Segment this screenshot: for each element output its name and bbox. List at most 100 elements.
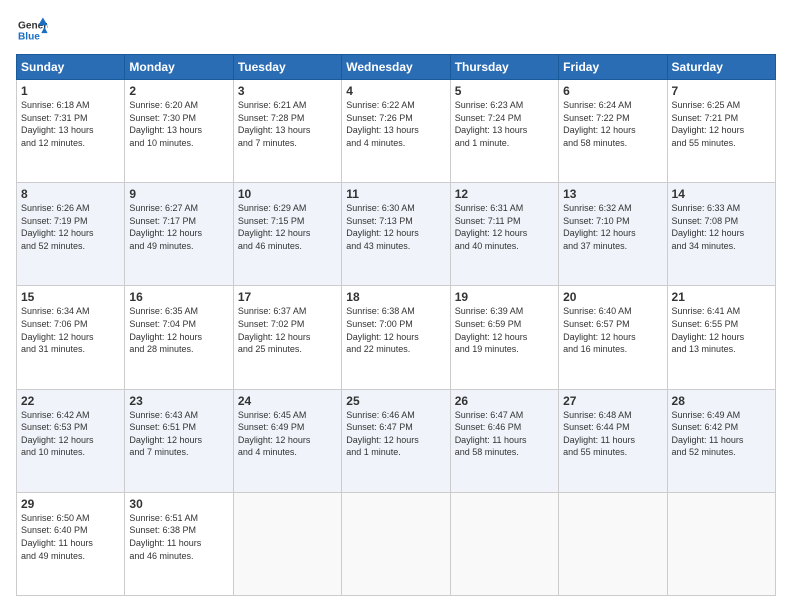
day-info: Sunrise: 6:21 AM Sunset: 7:28 PM Dayligh… bbox=[238, 99, 337, 149]
day-number: 30 bbox=[129, 497, 228, 511]
day-number: 19 bbox=[455, 290, 554, 304]
calendar-cell: 28Sunrise: 6:49 AM Sunset: 6:42 PM Dayli… bbox=[667, 389, 775, 492]
day-number: 16 bbox=[129, 290, 228, 304]
day-info: Sunrise: 6:43 AM Sunset: 6:51 PM Dayligh… bbox=[129, 409, 228, 459]
day-number: 3 bbox=[238, 84, 337, 98]
day-info: Sunrise: 6:51 AM Sunset: 6:38 PM Dayligh… bbox=[129, 512, 228, 562]
calendar-cell: 3Sunrise: 6:21 AM Sunset: 7:28 PM Daylig… bbox=[233, 80, 341, 183]
day-number: 5 bbox=[455, 84, 554, 98]
day-info: Sunrise: 6:22 AM Sunset: 7:26 PM Dayligh… bbox=[346, 99, 445, 149]
day-info: Sunrise: 6:26 AM Sunset: 7:19 PM Dayligh… bbox=[21, 202, 120, 252]
calendar-cell: 8Sunrise: 6:26 AM Sunset: 7:19 PM Daylig… bbox=[17, 183, 125, 286]
day-number: 12 bbox=[455, 187, 554, 201]
day-number: 29 bbox=[21, 497, 120, 511]
day-number: 17 bbox=[238, 290, 337, 304]
day-info: Sunrise: 6:32 AM Sunset: 7:10 PM Dayligh… bbox=[563, 202, 662, 252]
day-number: 14 bbox=[672, 187, 771, 201]
day-info: Sunrise: 6:31 AM Sunset: 7:11 PM Dayligh… bbox=[455, 202, 554, 252]
day-info: Sunrise: 6:48 AM Sunset: 6:44 PM Dayligh… bbox=[563, 409, 662, 459]
calendar-cell: 6Sunrise: 6:24 AM Sunset: 7:22 PM Daylig… bbox=[559, 80, 667, 183]
calendar-cell: 25Sunrise: 6:46 AM Sunset: 6:47 PM Dayli… bbox=[342, 389, 450, 492]
day-info: Sunrise: 6:29 AM Sunset: 7:15 PM Dayligh… bbox=[238, 202, 337, 252]
calendar-table: SundayMondayTuesdayWednesdayThursdayFrid… bbox=[16, 54, 776, 596]
day-info: Sunrise: 6:35 AM Sunset: 7:04 PM Dayligh… bbox=[129, 305, 228, 355]
col-header-thursday: Thursday bbox=[450, 55, 558, 80]
calendar-cell: 2Sunrise: 6:20 AM Sunset: 7:30 PM Daylig… bbox=[125, 80, 233, 183]
day-info: Sunrise: 6:27 AM Sunset: 7:17 PM Dayligh… bbox=[129, 202, 228, 252]
calendar-cell: 7Sunrise: 6:25 AM Sunset: 7:21 PM Daylig… bbox=[667, 80, 775, 183]
calendar-cell: 5Sunrise: 6:23 AM Sunset: 7:24 PM Daylig… bbox=[450, 80, 558, 183]
logo: General Blue bbox=[16, 16, 48, 44]
calendar-cell bbox=[450, 492, 558, 595]
day-number: 23 bbox=[129, 394, 228, 408]
day-info: Sunrise: 6:37 AM Sunset: 7:02 PM Dayligh… bbox=[238, 305, 337, 355]
day-info: Sunrise: 6:24 AM Sunset: 7:22 PM Dayligh… bbox=[563, 99, 662, 149]
day-info: Sunrise: 6:40 AM Sunset: 6:57 PM Dayligh… bbox=[563, 305, 662, 355]
day-info: Sunrise: 6:39 AM Sunset: 6:59 PM Dayligh… bbox=[455, 305, 554, 355]
calendar-cell: 1Sunrise: 6:18 AM Sunset: 7:31 PM Daylig… bbox=[17, 80, 125, 183]
day-number: 11 bbox=[346, 187, 445, 201]
day-number: 18 bbox=[346, 290, 445, 304]
calendar-cell: 15Sunrise: 6:34 AM Sunset: 7:06 PM Dayli… bbox=[17, 286, 125, 389]
calendar-cell: 29Sunrise: 6:50 AM Sunset: 6:40 PM Dayli… bbox=[17, 492, 125, 595]
calendar-cell: 27Sunrise: 6:48 AM Sunset: 6:44 PM Dayli… bbox=[559, 389, 667, 492]
calendar-cell: 19Sunrise: 6:39 AM Sunset: 6:59 PM Dayli… bbox=[450, 286, 558, 389]
page-header: General Blue bbox=[16, 16, 776, 44]
day-number: 20 bbox=[563, 290, 662, 304]
day-number: 27 bbox=[563, 394, 662, 408]
day-info: Sunrise: 6:33 AM Sunset: 7:08 PM Dayligh… bbox=[672, 202, 771, 252]
day-number: 1 bbox=[21, 84, 120, 98]
day-number: 21 bbox=[672, 290, 771, 304]
calendar-cell: 11Sunrise: 6:30 AM Sunset: 7:13 PM Dayli… bbox=[342, 183, 450, 286]
day-info: Sunrise: 6:50 AM Sunset: 6:40 PM Dayligh… bbox=[21, 512, 120, 562]
day-number: 28 bbox=[672, 394, 771, 408]
calendar-cell: 22Sunrise: 6:42 AM Sunset: 6:53 PM Dayli… bbox=[17, 389, 125, 492]
day-number: 9 bbox=[129, 187, 228, 201]
day-number: 25 bbox=[346, 394, 445, 408]
calendar-cell bbox=[559, 492, 667, 595]
calendar-cell: 30Sunrise: 6:51 AM Sunset: 6:38 PM Dayli… bbox=[125, 492, 233, 595]
day-number: 6 bbox=[563, 84, 662, 98]
col-header-wednesday: Wednesday bbox=[342, 55, 450, 80]
day-info: Sunrise: 6:42 AM Sunset: 6:53 PM Dayligh… bbox=[21, 409, 120, 459]
day-info: Sunrise: 6:25 AM Sunset: 7:21 PM Dayligh… bbox=[672, 99, 771, 149]
calendar-cell: 23Sunrise: 6:43 AM Sunset: 6:51 PM Dayli… bbox=[125, 389, 233, 492]
calendar-cell: 13Sunrise: 6:32 AM Sunset: 7:10 PM Dayli… bbox=[559, 183, 667, 286]
col-header-monday: Monday bbox=[125, 55, 233, 80]
calendar-cell: 24Sunrise: 6:45 AM Sunset: 6:49 PM Dayli… bbox=[233, 389, 341, 492]
calendar-cell: 4Sunrise: 6:22 AM Sunset: 7:26 PM Daylig… bbox=[342, 80, 450, 183]
day-info: Sunrise: 6:30 AM Sunset: 7:13 PM Dayligh… bbox=[346, 202, 445, 252]
col-header-friday: Friday bbox=[559, 55, 667, 80]
calendar-cell: 10Sunrise: 6:29 AM Sunset: 7:15 PM Dayli… bbox=[233, 183, 341, 286]
day-info: Sunrise: 6:46 AM Sunset: 6:47 PM Dayligh… bbox=[346, 409, 445, 459]
day-info: Sunrise: 6:34 AM Sunset: 7:06 PM Dayligh… bbox=[21, 305, 120, 355]
calendar-cell: 14Sunrise: 6:33 AM Sunset: 7:08 PM Dayli… bbox=[667, 183, 775, 286]
day-number: 2 bbox=[129, 84, 228, 98]
calendar-cell: 20Sunrise: 6:40 AM Sunset: 6:57 PM Dayli… bbox=[559, 286, 667, 389]
day-info: Sunrise: 6:18 AM Sunset: 7:31 PM Dayligh… bbox=[21, 99, 120, 149]
svg-text:Blue: Blue bbox=[18, 31, 40, 42]
day-number: 13 bbox=[563, 187, 662, 201]
col-header-tuesday: Tuesday bbox=[233, 55, 341, 80]
day-number: 10 bbox=[238, 187, 337, 201]
calendar-cell: 17Sunrise: 6:37 AM Sunset: 7:02 PM Dayli… bbox=[233, 286, 341, 389]
calendar-cell: 18Sunrise: 6:38 AM Sunset: 7:00 PM Dayli… bbox=[342, 286, 450, 389]
day-info: Sunrise: 6:49 AM Sunset: 6:42 PM Dayligh… bbox=[672, 409, 771, 459]
day-info: Sunrise: 6:41 AM Sunset: 6:55 PM Dayligh… bbox=[672, 305, 771, 355]
day-info: Sunrise: 6:47 AM Sunset: 6:46 PM Dayligh… bbox=[455, 409, 554, 459]
day-number: 8 bbox=[21, 187, 120, 201]
calendar-cell bbox=[342, 492, 450, 595]
day-number: 26 bbox=[455, 394, 554, 408]
calendar-cell: 26Sunrise: 6:47 AM Sunset: 6:46 PM Dayli… bbox=[450, 389, 558, 492]
calendar-cell bbox=[233, 492, 341, 595]
day-info: Sunrise: 6:20 AM Sunset: 7:30 PM Dayligh… bbox=[129, 99, 228, 149]
day-number: 7 bbox=[672, 84, 771, 98]
day-info: Sunrise: 6:23 AM Sunset: 7:24 PM Dayligh… bbox=[455, 99, 554, 149]
calendar-cell: 21Sunrise: 6:41 AM Sunset: 6:55 PM Dayli… bbox=[667, 286, 775, 389]
calendar-cell bbox=[667, 492, 775, 595]
day-info: Sunrise: 6:38 AM Sunset: 7:00 PM Dayligh… bbox=[346, 305, 445, 355]
col-header-sunday: Sunday bbox=[17, 55, 125, 80]
day-number: 15 bbox=[21, 290, 120, 304]
day-number: 24 bbox=[238, 394, 337, 408]
calendar-cell: 12Sunrise: 6:31 AM Sunset: 7:11 PM Dayli… bbox=[450, 183, 558, 286]
